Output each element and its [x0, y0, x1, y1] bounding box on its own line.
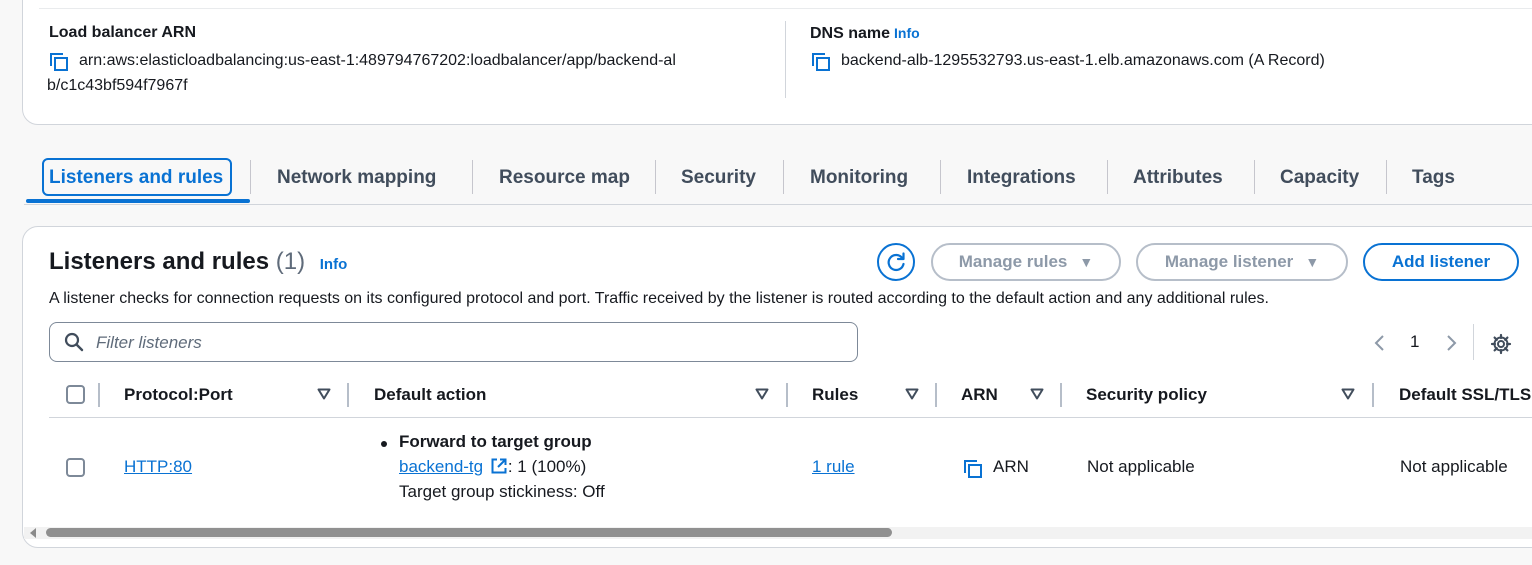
next-page-icon[interactable]: [1444, 333, 1458, 353]
previous-page-icon[interactable]: [1373, 333, 1387, 353]
listeners-description: A listener checks for connection request…: [49, 290, 1269, 307]
search-icon: [64, 332, 84, 352]
add-listener-button[interactable]: Add listener: [1363, 243, 1519, 281]
refresh-icon: [887, 252, 905, 272]
tab-separator: [655, 160, 656, 194]
tab-separator: [1254, 160, 1255, 194]
arn-label: Load balancer ARN: [49, 24, 196, 41]
active-tab-indicator: [26, 199, 250, 203]
copy-icon[interactable]: [963, 459, 983, 479]
listener-protocol-port-link[interactable]: HTTP:80: [124, 455, 192, 479]
tab-separator: [250, 160, 251, 194]
listeners-container: Listeners and rules (1) Info A listener …: [22, 226, 1532, 548]
caret-down-icon: ▼: [1305, 254, 1320, 270]
security-policy-value: Not applicable: [1087, 457, 1195, 476]
column-separator: [786, 383, 788, 407]
sort-caret-icon[interactable]: [1341, 388, 1355, 400]
listeners-title: Listeners and rules: [49, 248, 270, 275]
dns-info-link[interactable]: Info: [894, 25, 920, 41]
tab-separator: [1386, 160, 1387, 194]
rules-link[interactable]: 1 rule: [812, 455, 855, 479]
tab-capacity[interactable]: Capacity: [1280, 160, 1359, 196]
tab-bar-baseline: [24, 204, 1532, 205]
row-select-checkbox[interactable]: [66, 458, 85, 477]
column-header-default-ssl-tls[interactable]: Default SSL/TLS: [1399, 384, 1531, 406]
column-header-arn[interactable]: ARN: [961, 384, 998, 406]
pager-divider: [1473, 324, 1474, 360]
select-all-checkbox[interactable]: [66, 385, 85, 404]
dns-label: DNS name Info: [810, 23, 920, 44]
scroll-left-arrow[interactable]: [30, 528, 36, 538]
tab-integrations[interactable]: Integrations: [967, 160, 1076, 196]
filter-listeners-field[interactable]: [49, 322, 858, 362]
tab-listeners-and-rules[interactable]: Listeners and rules: [49, 160, 223, 196]
copy-icon[interactable]: [811, 52, 831, 72]
tab-separator: [940, 160, 941, 194]
scrollbar-thumb[interactable]: [46, 528, 892, 537]
list-bullet: [381, 441, 387, 447]
copy-icon[interactable]: [49, 52, 69, 72]
tab-bar: Listeners and rules Network mapping Reso…: [24, 152, 1532, 206]
column-header-security-policy[interactable]: Security policy: [1086, 384, 1207, 406]
listeners-info-link[interactable]: Info: [320, 256, 348, 273]
listeners-count: (1): [275, 248, 306, 275]
tab-attributes[interactable]: Attributes: [1133, 160, 1223, 196]
sort-caret-icon[interactable]: [317, 388, 331, 400]
column-separator: [935, 383, 937, 407]
manage-listener-button[interactable]: Manage listener ▼: [1136, 243, 1348, 281]
listeners-heading: Listeners and rules (1) Info: [49, 247, 347, 280]
manage-rules-label: Manage rules: [958, 252, 1068, 271]
target-group-stickiness: Target group stickiness: Off: [399, 482, 605, 501]
target-group-link[interactable]: backend-tg: [399, 457, 483, 476]
external-link-icon[interactable]: [490, 457, 508, 475]
sort-caret-icon[interactable]: [905, 388, 919, 400]
caret-down-icon: ▼: [1079, 254, 1094, 270]
refresh-button[interactable]: [877, 243, 915, 281]
tab-separator: [783, 160, 784, 194]
target-weight: : 1 (100%): [507, 457, 587, 476]
page-number[interactable]: 1: [1410, 327, 1419, 357]
dns-value: backend-alb-1295532793.us-east-1.elb.ama…: [841, 52, 1325, 69]
column-separator: [347, 383, 349, 407]
column-separator: [1372, 383, 1374, 407]
column-separator: [98, 383, 100, 407]
column-separator: [1060, 383, 1062, 407]
tab-security[interactable]: Security: [681, 160, 756, 196]
manage-rules-button[interactable]: Manage rules ▼: [931, 243, 1121, 281]
horizontal-scrollbar[interactable]: [24, 527, 1532, 539]
settings-gear-icon[interactable]: [1490, 333, 1512, 355]
tab-separator: [1107, 160, 1108, 194]
tab-network-mapping[interactable]: Network mapping: [277, 160, 436, 196]
tab-resource-map[interactable]: Resource map: [499, 160, 630, 196]
filter-listeners-input[interactable]: [94, 331, 838, 355]
load-balancer-details-panel: Load balancer ARN arn:aws:elasticloadbal…: [22, 0, 1532, 125]
column-header-protocol-port[interactable]: Protocol:Port: [124, 384, 233, 406]
dns-label-text: DNS name: [810, 25, 891, 42]
column-header-default-action[interactable]: Default action: [374, 384, 486, 406]
manage-listener-label: Manage listener: [1164, 252, 1294, 271]
arn-copy-text: ARN: [993, 457, 1029, 476]
arn-value-line1: arn:aws:elasticloadbalancing:us-east-1:4…: [79, 52, 676, 69]
default-action-target: backend-tg : 1 (100%): [399, 455, 586, 479]
details-divider: [39, 8, 1532, 9]
tab-separator: [472, 160, 473, 194]
details-column-divider: [785, 21, 786, 98]
tab-monitoring[interactable]: Monitoring: [810, 160, 908, 196]
column-header-rules[interactable]: Rules: [812, 384, 858, 406]
listeners-table-header: Protocol:Port Default action Rules ARN S…: [49, 375, 1532, 418]
sort-caret-icon[interactable]: [1030, 388, 1044, 400]
sort-caret-icon[interactable]: [755, 388, 769, 400]
tab-tags[interactable]: Tags: [1412, 160, 1455, 196]
arn-value-line2: b/c1c43bf594f7967f: [47, 77, 188, 94]
default-ssl-value: Not applicable: [1400, 457, 1508, 476]
default-action-title: Forward to target group: [399, 432, 592, 451]
